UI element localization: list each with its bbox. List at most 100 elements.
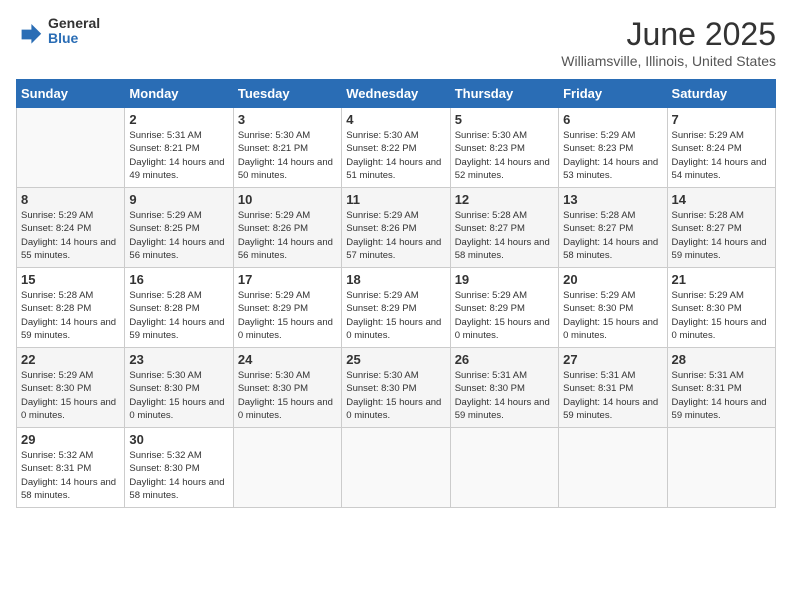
day-number: 6	[563, 112, 662, 127]
cell-info: Sunrise: 5:32 AM Sunset: 8:31 PM Dayligh…	[21, 449, 120, 502]
cell-info: Sunrise: 5:31 AM Sunset: 8:30 PM Dayligh…	[455, 369, 554, 422]
day-number: 14	[672, 192, 771, 207]
cell-info: Sunrise: 5:31 AM Sunset: 8:21 PM Dayligh…	[129, 129, 228, 182]
calendar-cell: 22 Sunrise: 5:29 AM Sunset: 8:30 PM Dayl…	[17, 348, 125, 428]
cell-info: Sunrise: 5:29 AM Sunset: 8:30 PM Dayligh…	[21, 369, 120, 422]
day-number: 23	[129, 352, 228, 367]
cell-info: Sunrise: 5:31 AM Sunset: 8:31 PM Dayligh…	[672, 369, 771, 422]
day-number: 4	[346, 112, 445, 127]
day-number: 18	[346, 272, 445, 287]
cell-info: Sunrise: 5:30 AM Sunset: 8:30 PM Dayligh…	[129, 369, 228, 422]
week-row-3: 15 Sunrise: 5:28 AM Sunset: 8:28 PM Dayl…	[17, 268, 776, 348]
calendar-cell: 26 Sunrise: 5:31 AM Sunset: 8:30 PM Dayl…	[450, 348, 558, 428]
header-row: Sunday Monday Tuesday Wednesday Thursday…	[17, 80, 776, 108]
logo-text: General Blue	[48, 16, 100, 47]
day-number: 8	[21, 192, 120, 207]
calendar-cell	[667, 428, 775, 508]
day-number: 30	[129, 432, 228, 447]
week-row-4: 22 Sunrise: 5:29 AM Sunset: 8:30 PM Dayl…	[17, 348, 776, 428]
logo: General Blue	[16, 16, 100, 47]
calendar-cell	[450, 428, 558, 508]
cell-info: Sunrise: 5:32 AM Sunset: 8:30 PM Dayligh…	[129, 449, 228, 502]
calendar-cell: 4 Sunrise: 5:30 AM Sunset: 8:22 PM Dayli…	[342, 108, 450, 188]
day-number: 2	[129, 112, 228, 127]
day-number: 19	[455, 272, 554, 287]
cell-info: Sunrise: 5:29 AM Sunset: 8:30 PM Dayligh…	[563, 289, 662, 342]
calendar-cell: 14 Sunrise: 5:28 AM Sunset: 8:27 PM Dayl…	[667, 188, 775, 268]
calendar-cell: 13 Sunrise: 5:28 AM Sunset: 8:27 PM Dayl…	[559, 188, 667, 268]
calendar-title: June 2025	[561, 16, 776, 53]
calendar-cell: 12 Sunrise: 5:28 AM Sunset: 8:27 PM Dayl…	[450, 188, 558, 268]
header-saturday: Saturday	[667, 80, 775, 108]
week-row-5: 29 Sunrise: 5:32 AM Sunset: 8:31 PM Dayl…	[17, 428, 776, 508]
calendar-cell: 3 Sunrise: 5:30 AM Sunset: 8:21 PM Dayli…	[233, 108, 341, 188]
calendar-cell: 30 Sunrise: 5:32 AM Sunset: 8:30 PM Dayl…	[125, 428, 233, 508]
calendar-cell: 6 Sunrise: 5:29 AM Sunset: 8:23 PM Dayli…	[559, 108, 667, 188]
day-number: 16	[129, 272, 228, 287]
cell-info: Sunrise: 5:28 AM Sunset: 8:27 PM Dayligh…	[563, 209, 662, 262]
calendar-cell	[17, 108, 125, 188]
day-number: 7	[672, 112, 771, 127]
calendar-cell: 11 Sunrise: 5:29 AM Sunset: 8:26 PM Dayl…	[342, 188, 450, 268]
day-number: 26	[455, 352, 554, 367]
day-number: 22	[21, 352, 120, 367]
cell-info: Sunrise: 5:29 AM Sunset: 8:26 PM Dayligh…	[238, 209, 337, 262]
header-thursday: Thursday	[450, 80, 558, 108]
day-number: 13	[563, 192, 662, 207]
day-number: 24	[238, 352, 337, 367]
calendar-cell	[233, 428, 341, 508]
day-number: 9	[129, 192, 228, 207]
header-monday: Monday	[125, 80, 233, 108]
cell-info: Sunrise: 5:29 AM Sunset: 8:29 PM Dayligh…	[455, 289, 554, 342]
calendar-cell: 23 Sunrise: 5:30 AM Sunset: 8:30 PM Dayl…	[125, 348, 233, 428]
calendar-table: Sunday Monday Tuesday Wednesday Thursday…	[16, 79, 776, 508]
calendar-cell: 2 Sunrise: 5:31 AM Sunset: 8:21 PM Dayli…	[125, 108, 233, 188]
day-number: 27	[563, 352, 662, 367]
cell-info: Sunrise: 5:30 AM Sunset: 8:30 PM Dayligh…	[346, 369, 445, 422]
week-row-2: 8 Sunrise: 5:29 AM Sunset: 8:24 PM Dayli…	[17, 188, 776, 268]
cell-info: Sunrise: 5:29 AM Sunset: 8:29 PM Dayligh…	[238, 289, 337, 342]
calendar-cell	[559, 428, 667, 508]
day-number: 11	[346, 192, 445, 207]
calendar-cell: 17 Sunrise: 5:29 AM Sunset: 8:29 PM Dayl…	[233, 268, 341, 348]
calendar-cell	[342, 428, 450, 508]
cell-info: Sunrise: 5:29 AM Sunset: 8:24 PM Dayligh…	[672, 129, 771, 182]
day-number: 10	[238, 192, 337, 207]
cell-info: Sunrise: 5:31 AM Sunset: 8:31 PM Dayligh…	[563, 369, 662, 422]
calendar-cell: 9 Sunrise: 5:29 AM Sunset: 8:25 PM Dayli…	[125, 188, 233, 268]
day-number: 3	[238, 112, 337, 127]
header-sunday: Sunday	[17, 80, 125, 108]
calendar-cell: 16 Sunrise: 5:28 AM Sunset: 8:28 PM Dayl…	[125, 268, 233, 348]
day-number: 21	[672, 272, 771, 287]
day-number: 20	[563, 272, 662, 287]
day-number: 12	[455, 192, 554, 207]
calendar-subtitle: Williamsville, Illinois, United States	[561, 53, 776, 69]
header-friday: Friday	[559, 80, 667, 108]
cell-info: Sunrise: 5:28 AM Sunset: 8:27 PM Dayligh…	[672, 209, 771, 262]
logo-icon	[16, 17, 44, 45]
day-number: 28	[672, 352, 771, 367]
cell-info: Sunrise: 5:30 AM Sunset: 8:21 PM Dayligh…	[238, 129, 337, 182]
header-wednesday: Wednesday	[342, 80, 450, 108]
calendar-cell: 25 Sunrise: 5:30 AM Sunset: 8:30 PM Dayl…	[342, 348, 450, 428]
cell-info: Sunrise: 5:29 AM Sunset: 8:29 PM Dayligh…	[346, 289, 445, 342]
calendar-cell: 18 Sunrise: 5:29 AM Sunset: 8:29 PM Dayl…	[342, 268, 450, 348]
day-number: 17	[238, 272, 337, 287]
calendar-cell: 15 Sunrise: 5:28 AM Sunset: 8:28 PM Dayl…	[17, 268, 125, 348]
calendar-cell: 24 Sunrise: 5:30 AM Sunset: 8:30 PM Dayl…	[233, 348, 341, 428]
cell-info: Sunrise: 5:28 AM Sunset: 8:27 PM Dayligh…	[455, 209, 554, 262]
cell-info: Sunrise: 5:28 AM Sunset: 8:28 PM Dayligh…	[21, 289, 120, 342]
page-header: General Blue June 2025 Williamsville, Il…	[16, 16, 776, 69]
cell-info: Sunrise: 5:30 AM Sunset: 8:22 PM Dayligh…	[346, 129, 445, 182]
calendar-cell: 21 Sunrise: 5:29 AM Sunset: 8:30 PM Dayl…	[667, 268, 775, 348]
cell-info: Sunrise: 5:30 AM Sunset: 8:30 PM Dayligh…	[238, 369, 337, 422]
day-number: 5	[455, 112, 554, 127]
cell-info: Sunrise: 5:29 AM Sunset: 8:26 PM Dayligh…	[346, 209, 445, 262]
calendar-cell: 7 Sunrise: 5:29 AM Sunset: 8:24 PM Dayli…	[667, 108, 775, 188]
calendar-cell: 8 Sunrise: 5:29 AM Sunset: 8:24 PM Dayli…	[17, 188, 125, 268]
header-tuesday: Tuesday	[233, 80, 341, 108]
calendar-cell: 28 Sunrise: 5:31 AM Sunset: 8:31 PM Dayl…	[667, 348, 775, 428]
cell-info: Sunrise: 5:29 AM Sunset: 8:23 PM Dayligh…	[563, 129, 662, 182]
cell-info: Sunrise: 5:29 AM Sunset: 8:25 PM Dayligh…	[129, 209, 228, 262]
calendar-cell: 20 Sunrise: 5:29 AM Sunset: 8:30 PM Dayl…	[559, 268, 667, 348]
